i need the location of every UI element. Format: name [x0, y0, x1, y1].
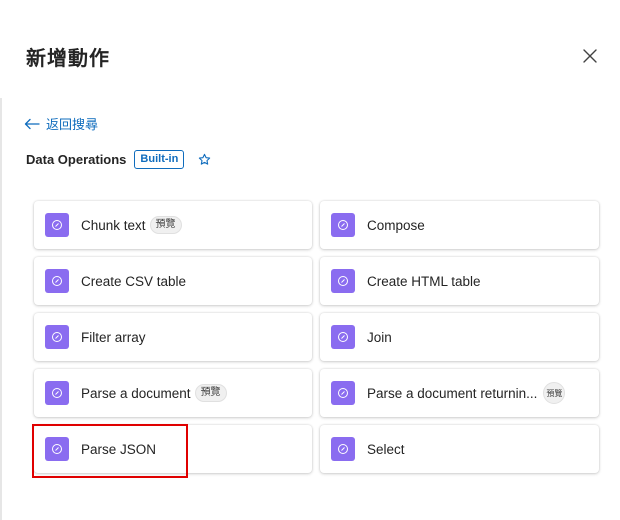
preview-tag: 預覽 [543, 382, 566, 404]
action-label: Select [367, 441, 405, 457]
data-operations-icon [331, 325, 355, 349]
action-label: Filter array [81, 329, 146, 345]
action-card-chunk-text[interactable]: Chunk text 預覽 [34, 201, 312, 249]
data-operations-icon [45, 381, 69, 405]
back-to-search-link[interactable]: 返回搜尋 [24, 114, 98, 133]
action-card-join[interactable]: Join [320, 313, 599, 361]
action-card-filter-array[interactable]: Filter array [34, 313, 312, 361]
action-label: Parse a document [81, 385, 191, 401]
preview-tag: 預覽 [194, 384, 227, 402]
action-card-create-csv-table[interactable]: Create CSV table [34, 257, 312, 305]
action-card-compose[interactable]: Compose [320, 201, 599, 249]
data-operations-icon [331, 381, 355, 405]
arrow-left-icon [24, 118, 40, 129]
built-in-badge: Built-in [134, 150, 185, 169]
favorite-button[interactable] [198, 153, 211, 166]
data-operations-icon [45, 325, 69, 349]
data-operations-icon [45, 269, 69, 293]
back-link-label: 返回搜尋 [46, 117, 99, 132]
close-icon [583, 49, 597, 63]
action-label: Chunk text [81, 217, 146, 233]
preview-tag: 預覽 [149, 216, 182, 234]
action-label: Parse a document returnin... [367, 385, 538, 401]
connector-title: Data Operations [26, 152, 127, 167]
action-label: Create CSV table [81, 273, 187, 289]
action-card-create-html-table[interactable]: Create HTML table [320, 257, 599, 305]
data-operations-icon [331, 437, 355, 461]
panel-divider [0, 98, 2, 520]
data-operations-icon [45, 213, 69, 237]
action-label: Compose [367, 217, 425, 233]
action-label: Parse JSON [81, 441, 157, 457]
data-operations-icon [331, 213, 355, 237]
data-operations-icon [45, 437, 69, 461]
action-card-select[interactable]: Select [320, 425, 599, 473]
panel-title: 新增動作 [26, 48, 110, 70]
connector-header: Data Operations Built-in [26, 150, 211, 169]
action-card-parse-a-document[interactable]: Parse a document 預覽 [34, 369, 312, 417]
add-action-panel: 新增動作 返回搜尋 Data Operations Built-in Chunk… [0, 0, 620, 520]
close-button[interactable] [578, 44, 602, 68]
action-label: Join [367, 329, 392, 345]
star-outline-icon [199, 153, 211, 165]
action-card-parse-a-document-returning[interactable]: Parse a document returnin... 預覽 [320, 369, 599, 417]
action-grid: Chunk text 預覽 Compose Create CSV table C… [34, 201, 599, 473]
data-operations-icon [331, 269, 355, 293]
action-label: Create HTML table [367, 273, 481, 289]
action-card-parse-json[interactable]: Parse JSON [34, 425, 312, 473]
